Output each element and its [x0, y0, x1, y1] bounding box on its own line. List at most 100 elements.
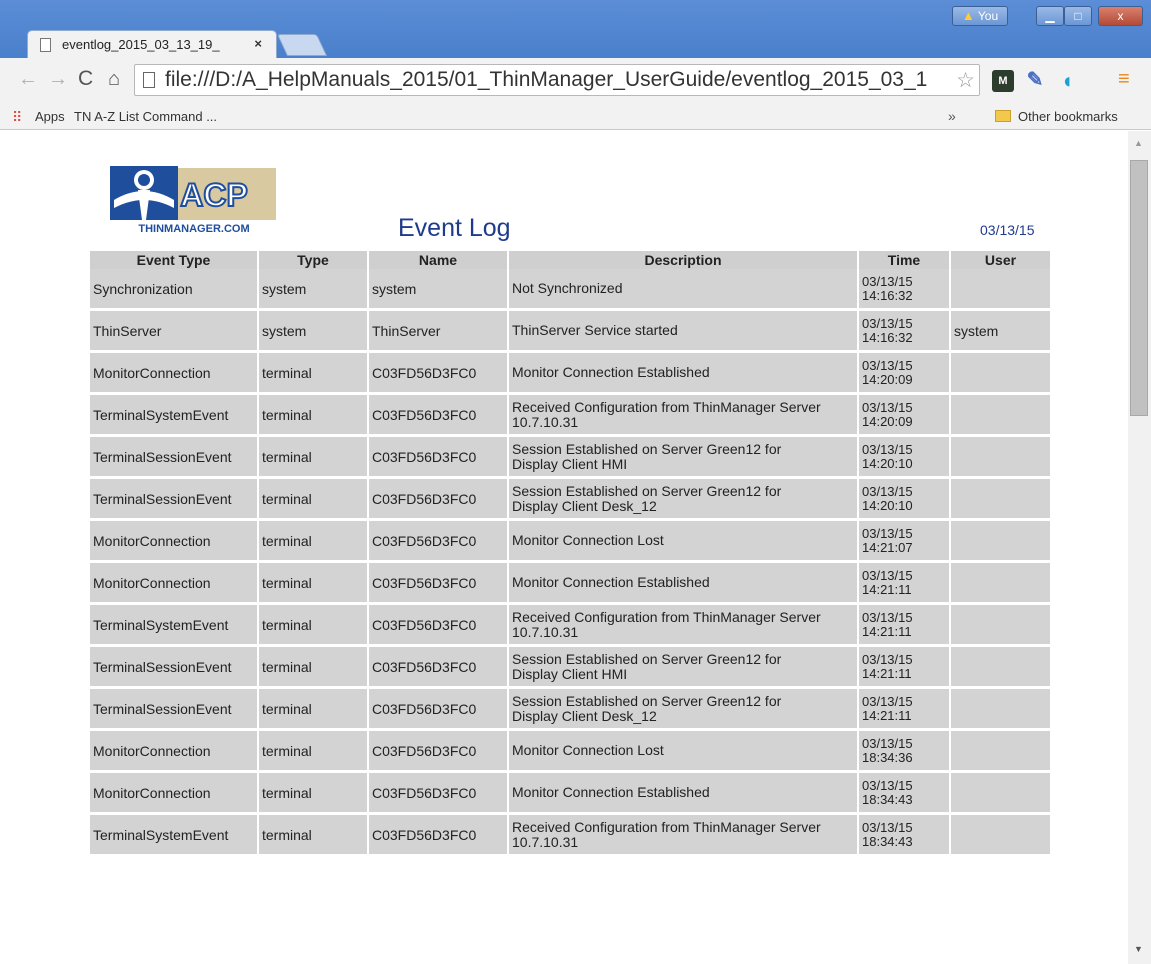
- cell-event-type: ThinServer: [90, 308, 258, 352]
- event-date: 03/13/15: [862, 399, 913, 415]
- cell-event-type: MonitorConnection: [90, 518, 258, 562]
- bookmark-tn-az-list[interactable]: TN A-Z List Command ...: [74, 109, 217, 124]
- cell-event-type: TerminalSystemEvent: [90, 602, 258, 646]
- cell-description: Received Configuration from ThinManager …: [507, 392, 858, 436]
- scrollbar-thumb[interactable]: [1130, 160, 1148, 416]
- event-date: 03/13/15: [862, 441, 913, 457]
- cell-description: Received Configuration from ThinManager …: [507, 602, 858, 646]
- other-bookmarks[interactable]: Other bookmarks: [1018, 109, 1118, 124]
- new-tab-button[interactable]: [276, 34, 328, 56]
- cell-event-type: TerminalSessionEvent: [90, 434, 258, 478]
- event-date: 03/13/15: [862, 777, 913, 793]
- scroll-up-icon[interactable]: ▲: [1134, 138, 1143, 148]
- cell-time: 03/13/15 14:21:11: [857, 602, 950, 646]
- cell-name: C03FD56D3FC0: [367, 812, 508, 854]
- event-time: 18:34:43: [862, 791, 913, 807]
- cell-time: 03/13/15 14:21:11: [857, 686, 950, 730]
- address-bar[interactable]: file:///D:/A_HelpManuals_2015/01_ThinMan…: [134, 64, 980, 96]
- cell-user: [949, 434, 1050, 478]
- event-date: 03/13/15: [862, 819, 913, 835]
- table-row: TerminalSessionEvent terminal C03FD56D3FC0…: [90, 686, 1050, 730]
- folder-icon: [995, 110, 1011, 122]
- column-header-description: Description: [507, 251, 858, 269]
- minimize-button[interactable]: ▁: [1036, 6, 1064, 26]
- event-time: 14:20:09: [862, 371, 913, 387]
- forward-arrow-icon[interactable]: →: [48, 68, 68, 91]
- cell-user: [949, 770, 1050, 814]
- cell-user: [949, 602, 1050, 646]
- table-row: MonitorConnection terminal C03FD56D3FC0 Mon…: [90, 518, 1050, 562]
- table-row: MonitorConnection terminal C03FD56D3FC0 Mon…: [90, 728, 1050, 772]
- cell-type: terminal: [257, 812, 368, 854]
- extension-c-icon[interactable]: ◖: [1056, 70, 1078, 92]
- cell-time: 03/13/15 14:21:11: [857, 644, 950, 688]
- user-profile-button[interactable]: ▲ You: [952, 6, 1008, 26]
- table-header-row: Event Type Type Name Description Time Us…: [90, 251, 1050, 269]
- cell-name: C03FD56D3FC0: [367, 602, 508, 646]
- bookmark-apps[interactable]: Apps: [35, 109, 65, 124]
- bookmarks-bar: ⠿ Apps TN A-Z List Command ... » Other b…: [0, 104, 1151, 130]
- svg-text:THINMANAGER.COM: THINMANAGER.COM: [138, 223, 249, 235]
- cell-type: terminal: [257, 728, 368, 772]
- bookmarks-overflow-button[interactable]: »: [948, 108, 956, 124]
- page-title: Event Log: [398, 214, 511, 242]
- cell-event-type: MonitorConnection: [90, 350, 258, 394]
- cell-name: ThinServer: [367, 308, 508, 352]
- cell-description: Monitor Connection Established: [507, 770, 858, 814]
- cell-event-type: MonitorConnection: [90, 770, 258, 814]
- warning-icon: ▲: [961, 8, 975, 23]
- bookmark-star-icon[interactable]: ☆: [956, 68, 975, 93]
- cell-name: C03FD56D3FC0: [367, 770, 508, 814]
- event-date: 03/13/15: [862, 273, 913, 289]
- cell-type: terminal: [257, 476, 368, 520]
- table-row: TerminalSystemEvent terminal C03FD56D3FC0 R…: [90, 812, 1050, 854]
- cell-user: [949, 644, 1050, 688]
- column-header-event-type: Event Type: [90, 251, 258, 269]
- maximize-button[interactable]: □: [1064, 6, 1092, 26]
- event-date: 03/13/15: [862, 693, 913, 709]
- cell-type: terminal: [257, 602, 368, 646]
- column-header-name: Name: [367, 251, 508, 269]
- tab-title: eventlog_2015_03_13_19_: [62, 37, 220, 52]
- cell-description: ThinServer Service started: [507, 308, 858, 352]
- browser-tab[interactable]: eventlog_2015_03_13_19_ ×: [27, 30, 277, 58]
- table-row: Synchronization system system Not Synchroni…: [90, 269, 1050, 310]
- cell-name: C03FD56D3FC0: [367, 350, 508, 394]
- cell-name: C03FD56D3FC0: [367, 434, 508, 478]
- event-date: 03/13/15: [862, 315, 913, 331]
- cell-time: 03/13/15 18:34:43: [857, 770, 950, 814]
- page-icon: [143, 72, 155, 88]
- cell-user: [949, 350, 1050, 394]
- cell-user: [949, 476, 1050, 520]
- cell-event-type: TerminalSystemEvent: [90, 392, 258, 436]
- cell-time: 03/13/15 14:20:09: [857, 350, 950, 394]
- table-row: MonitorConnection terminal C03FD56D3FC0 Mon…: [90, 350, 1050, 394]
- extension-m-icon[interactable]: M: [992, 70, 1014, 92]
- cell-name: C03FD56D3FC0: [367, 728, 508, 772]
- cell-event-type: Synchronization: [90, 269, 258, 310]
- cell-name: C03FD56D3FC0: [367, 518, 508, 562]
- extension-pen-icon[interactable]: ✎: [1024, 70, 1046, 92]
- cell-description: Monitor Connection Established: [507, 350, 858, 394]
- table-row: TerminalSessionEvent terminal C03FD56D3FC0…: [90, 476, 1050, 520]
- cell-event-type: TerminalSessionEvent: [90, 476, 258, 520]
- scroll-down-icon[interactable]: ▼: [1134, 944, 1143, 954]
- event-date: 03/13/15: [862, 735, 913, 751]
- table-row: ThinServer system ThinServer ThinServer Ser…: [90, 308, 1050, 352]
- cell-event-type: TerminalSystemEvent: [90, 812, 258, 854]
- reload-icon[interactable]: C: [78, 67, 93, 91]
- cell-description: Monitor Connection Lost: [507, 518, 858, 562]
- apps-grid-icon[interactable]: ⠿: [12, 109, 22, 126]
- cell-description: Session Established on Server Green12 fo…: [507, 644, 858, 688]
- cell-user: [949, 269, 1050, 310]
- url-text: file:///D:/A_HelpManuals_2015/01_ThinMan…: [165, 68, 928, 91]
- cell-user: [949, 812, 1050, 854]
- table-row: MonitorConnection terminal C03FD56D3FC0 Mon…: [90, 770, 1050, 814]
- menu-icon[interactable]: ≡: [1118, 68, 1130, 91]
- cell-description: Session Established on Server Green12 fo…: [507, 686, 858, 730]
- close-window-button[interactable]: x: [1098, 6, 1143, 26]
- event-date: 03/13/15: [862, 567, 913, 583]
- tab-close-button[interactable]: ×: [254, 36, 262, 51]
- home-icon[interactable]: ⌂: [108, 68, 120, 91]
- back-arrow-icon[interactable]: ←: [18, 68, 38, 91]
